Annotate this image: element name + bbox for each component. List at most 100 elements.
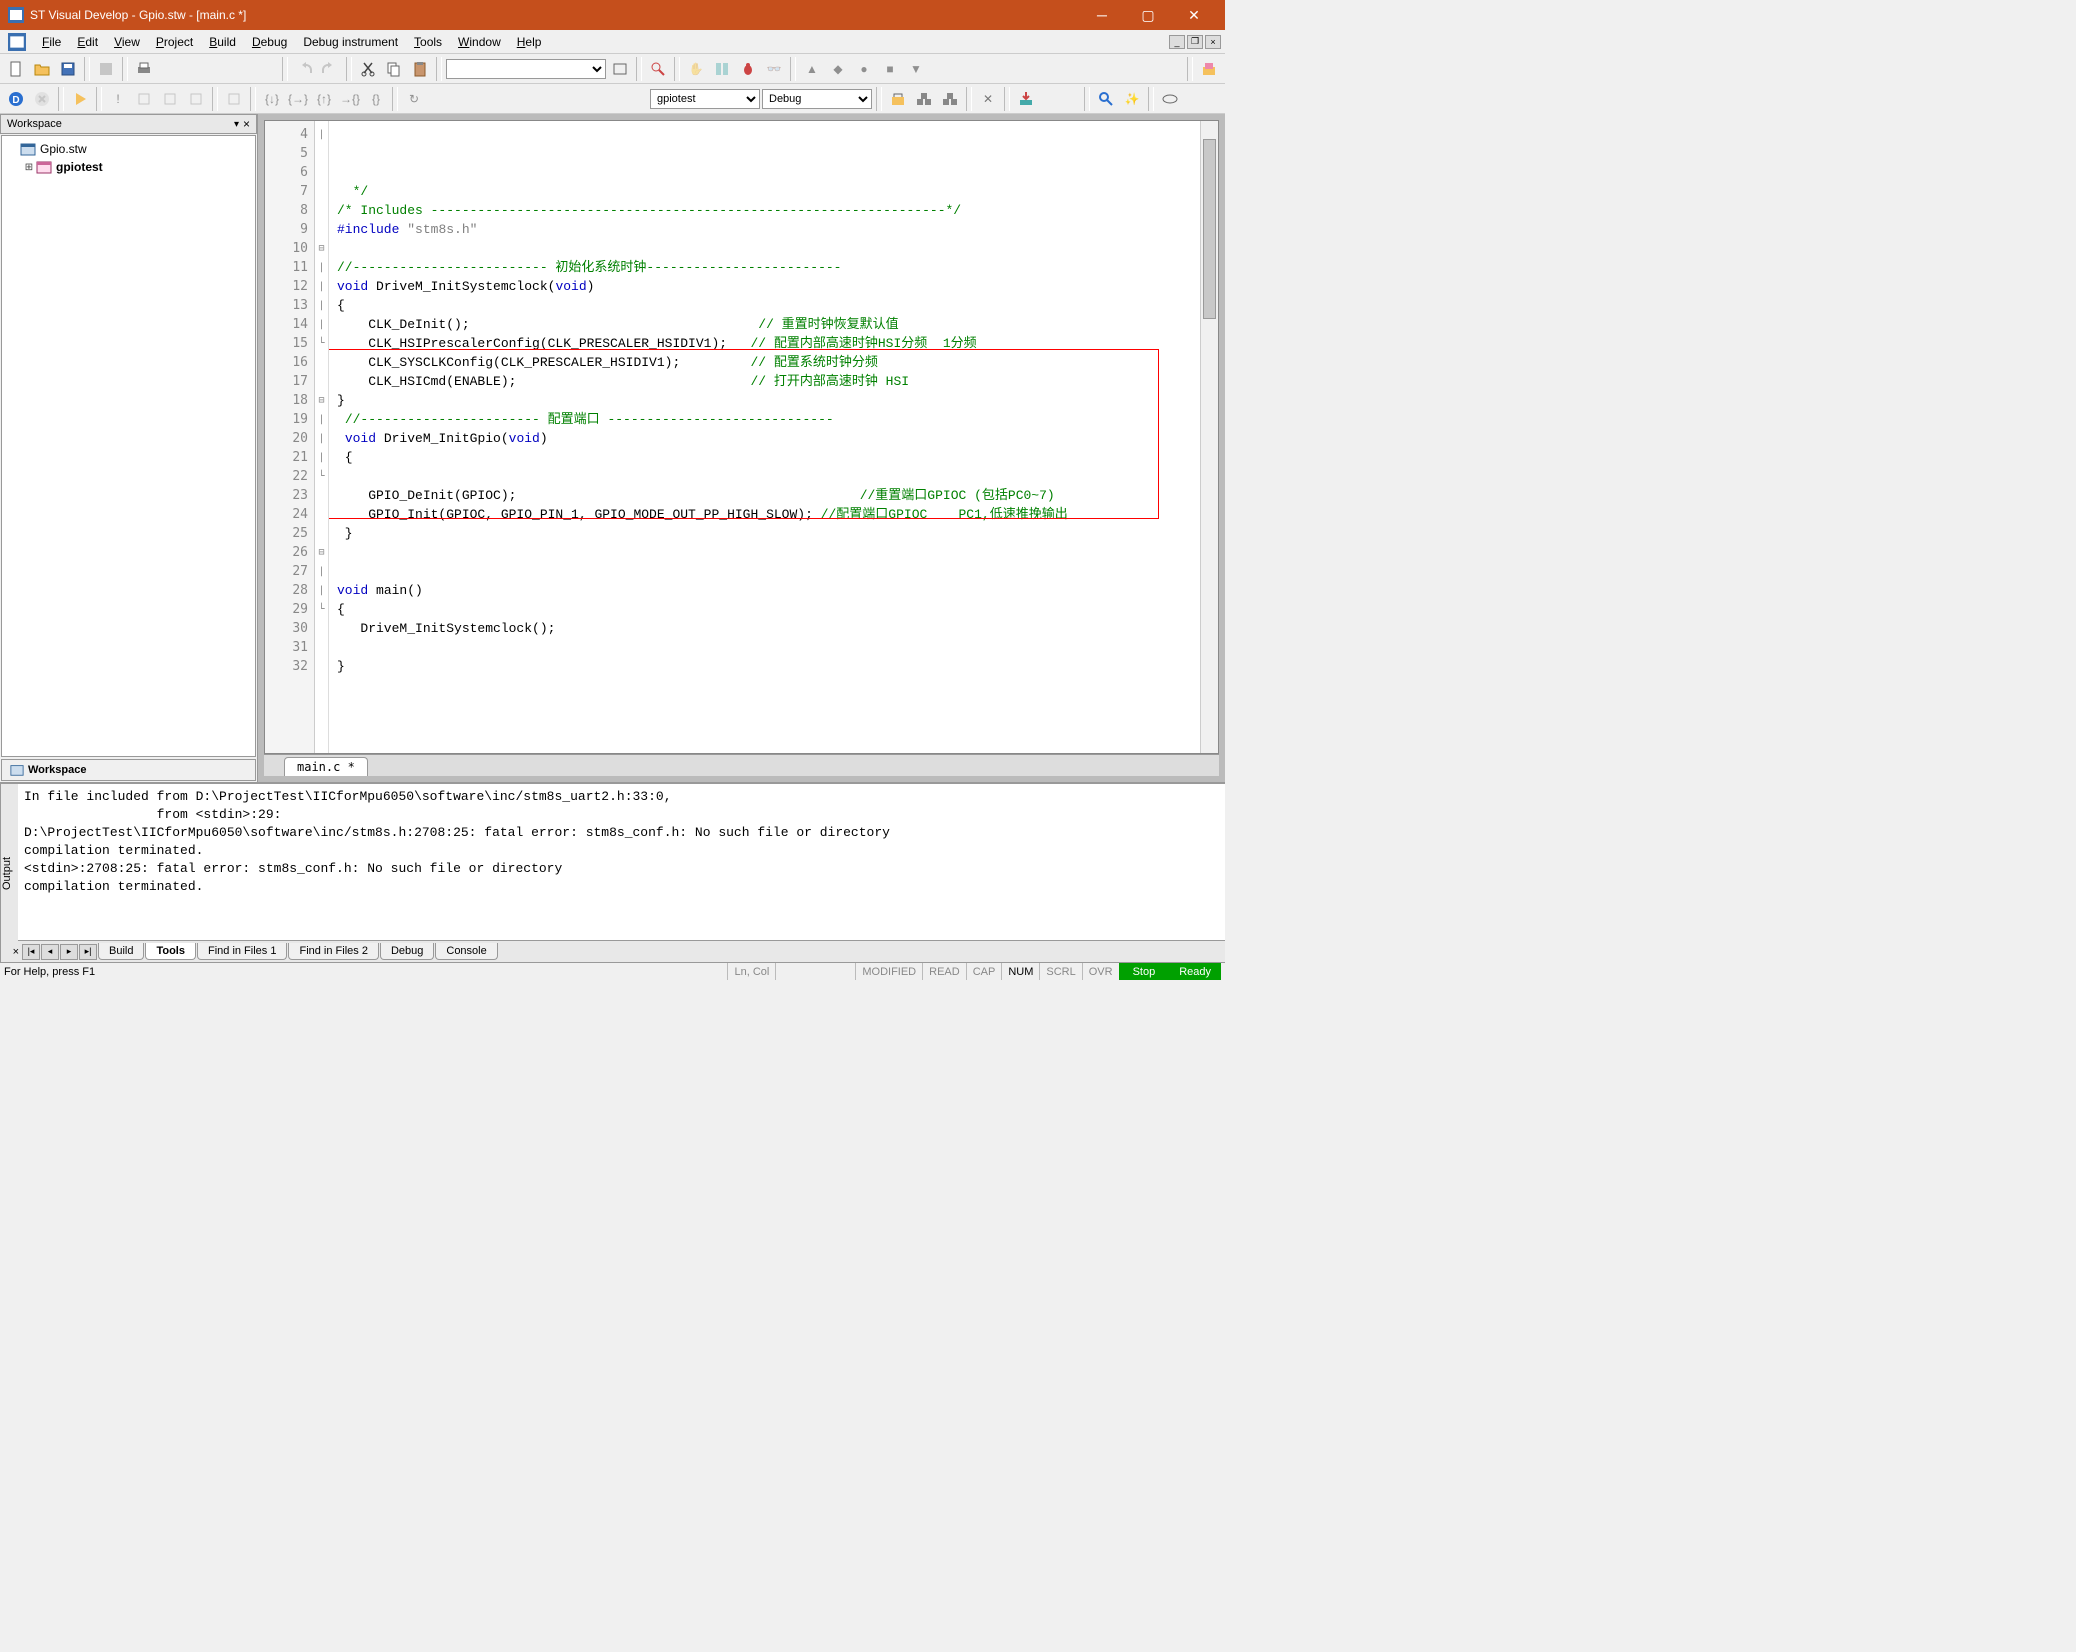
undo-button[interactable] bbox=[292, 57, 316, 81]
output-nav-prev[interactable]: ◂ bbox=[41, 944, 59, 960]
find-button[interactable] bbox=[608, 57, 632, 81]
code-line[interactable]: { bbox=[337, 600, 1192, 619]
fold-column[interactable]: | ⊟||||└ ⊟|||└ ⊟||└ bbox=[315, 121, 329, 753]
step-button-2[interactable] bbox=[158, 87, 182, 111]
menu-project[interactable]: Project bbox=[148, 33, 201, 51]
run-button[interactable] bbox=[68, 87, 92, 111]
output-tab-debug[interactable]: Debug bbox=[380, 943, 434, 960]
tool-c-button[interactable]: ● bbox=[852, 57, 876, 81]
code-line[interactable]: } bbox=[337, 657, 1192, 676]
rebuild-button[interactable] bbox=[938, 87, 962, 111]
code-line[interactable]: //------------------------- 初始化系统时钟-----… bbox=[337, 258, 1192, 277]
bug-icon[interactable] bbox=[736, 57, 760, 81]
code-line[interactable]: { bbox=[337, 448, 1192, 467]
target-combo[interactable]: gpiotest bbox=[650, 89, 760, 109]
menu-tools[interactable]: Tools bbox=[406, 33, 450, 51]
output-tab-console[interactable]: Console bbox=[435, 943, 497, 960]
code-line[interactable]: #include "stm8s.h" bbox=[337, 220, 1192, 239]
code-line[interactable]: GPIO_Init(GPIOC, GPIO_PIN_1, GPIO_MODE_O… bbox=[337, 505, 1192, 524]
save-all-button[interactable] bbox=[94, 57, 118, 81]
bookmark-toggle-button[interactable] bbox=[710, 57, 734, 81]
cut-button[interactable] bbox=[356, 57, 380, 81]
vertical-scrollbar[interactable] bbox=[1200, 121, 1218, 753]
tool-b-button[interactable]: ◆ bbox=[826, 57, 850, 81]
code-line[interactable] bbox=[337, 543, 1192, 562]
print-button[interactable] bbox=[132, 57, 156, 81]
step-out-button[interactable]: {↑} bbox=[312, 87, 336, 111]
output-tab-build[interactable]: Build bbox=[98, 943, 144, 960]
menu-build[interactable]: Build bbox=[201, 33, 244, 51]
code-line[interactable] bbox=[337, 695, 1192, 714]
code-line[interactable]: GPIO_DeInit(GPIOC); //重置端口GPIOC (包括PC0~7… bbox=[337, 486, 1192, 505]
code-editor[interactable]: 4567891011121314151617181920212223242526… bbox=[264, 120, 1219, 754]
code-content[interactable]: *//* Includes --------------------------… bbox=[329, 121, 1200, 753]
output-tab-find-in-files-2[interactable]: Find in Files 2 bbox=[288, 943, 378, 960]
mdi-restore-button[interactable]: ❐ bbox=[1187, 35, 1203, 49]
menu-debug-instrument[interactable]: Debug instrument bbox=[295, 33, 406, 51]
chip-reset-button[interactable]: ! bbox=[106, 87, 130, 111]
minimize-button[interactable]: ─ bbox=[1079, 0, 1125, 30]
mdi-minimize-button[interactable]: _ bbox=[1169, 35, 1185, 49]
code-line[interactable]: } bbox=[337, 391, 1192, 410]
watch-button[interactable] bbox=[1094, 87, 1118, 111]
ellipse-icon[interactable] bbox=[1158, 87, 1182, 111]
code-line[interactable]: */ bbox=[337, 182, 1192, 201]
binoculars-icon[interactable]: 👓 bbox=[762, 57, 786, 81]
hand-icon[interactable]: ✋ bbox=[684, 57, 708, 81]
step-into-button[interactable]: {↓} bbox=[260, 87, 284, 111]
step-asm-button[interactable]: {} bbox=[364, 87, 388, 111]
code-line[interactable] bbox=[337, 638, 1192, 657]
menu-window[interactable]: Window bbox=[450, 33, 509, 51]
code-line[interactable] bbox=[337, 676, 1192, 695]
config-combo[interactable]: Debug bbox=[762, 89, 872, 109]
programmer-icon[interactable] bbox=[1197, 57, 1221, 81]
new-file-button[interactable] bbox=[4, 57, 28, 81]
output-close-button[interactable]: × bbox=[13, 946, 19, 958]
build-button[interactable] bbox=[912, 87, 936, 111]
code-line[interactable]: { bbox=[337, 296, 1192, 315]
code-line[interactable] bbox=[337, 467, 1192, 486]
menu-view[interactable]: View bbox=[106, 33, 148, 51]
code-line[interactable]: /* Includes ----------------------------… bbox=[337, 201, 1192, 220]
code-line[interactable]: CLK_HSIPrescalerConfig(CLK_PRESCALER_HSI… bbox=[337, 334, 1192, 353]
code-line[interactable]: CLK_DeInit(); // 重置时钟恢复默认值 bbox=[337, 315, 1192, 334]
run-to-cursor-button[interactable]: →{} bbox=[338, 87, 362, 111]
paste-button[interactable] bbox=[408, 57, 432, 81]
redo-button[interactable] bbox=[318, 57, 342, 81]
code-line[interactable]: DriveM_InitSystemclock(); bbox=[337, 619, 1192, 638]
step-button-4[interactable] bbox=[222, 87, 246, 111]
output-nav-next[interactable]: ▸ bbox=[60, 944, 78, 960]
mdi-close-button[interactable]: × bbox=[1205, 35, 1221, 49]
menu-edit[interactable]: Edit bbox=[69, 33, 106, 51]
code-line[interactable] bbox=[337, 714, 1192, 733]
open-file-button[interactable] bbox=[30, 57, 54, 81]
menu-file[interactable]: File bbox=[34, 33, 69, 51]
scrollbar-thumb[interactable] bbox=[1203, 139, 1216, 319]
wiz-button[interactable]: ✨ bbox=[1120, 87, 1144, 111]
status-stop-button[interactable]: Stop bbox=[1119, 963, 1170, 980]
editor-tab-main[interactable]: main.c * bbox=[284, 757, 368, 776]
tool-d-button[interactable]: ■ bbox=[878, 57, 902, 81]
step-button-1[interactable] bbox=[132, 87, 156, 111]
tree-root[interactable]: Gpio.stw bbox=[6, 140, 251, 158]
expand-icon[interactable]: ⊞ bbox=[22, 162, 36, 173]
step-button-3[interactable] bbox=[184, 87, 208, 111]
output-nav-last[interactable]: ▸| bbox=[79, 944, 97, 960]
code-line[interactable]: void main() bbox=[337, 581, 1192, 600]
download-button[interactable] bbox=[1014, 87, 1038, 111]
code-line[interactable] bbox=[337, 239, 1192, 258]
pin-icon[interactable]: ▾ bbox=[234, 119, 239, 130]
output-tab-tools[interactable]: Tools bbox=[145, 943, 196, 960]
step-over-button[interactable]: {→} bbox=[286, 87, 310, 111]
code-line[interactable]: //----------------------- 配置端口 ---------… bbox=[337, 410, 1192, 429]
tool-e-button[interactable]: ▼ bbox=[904, 57, 928, 81]
compile-button[interactable] bbox=[886, 87, 910, 111]
debug-start-button[interactable]: D bbox=[4, 87, 28, 111]
maximize-button[interactable]: ▢ bbox=[1125, 0, 1171, 30]
code-line[interactable]: CLK_HSICmd(ENABLE); // 打开内部高速时钟 HSI bbox=[337, 372, 1192, 391]
output-tab-find-in-files-1[interactable]: Find in Files 1 bbox=[197, 943, 287, 960]
menu-help[interactable]: Help bbox=[509, 33, 550, 51]
restart-button[interactable]: ↻ bbox=[402, 87, 426, 111]
save-button[interactable] bbox=[56, 57, 80, 81]
copy-button[interactable] bbox=[382, 57, 406, 81]
